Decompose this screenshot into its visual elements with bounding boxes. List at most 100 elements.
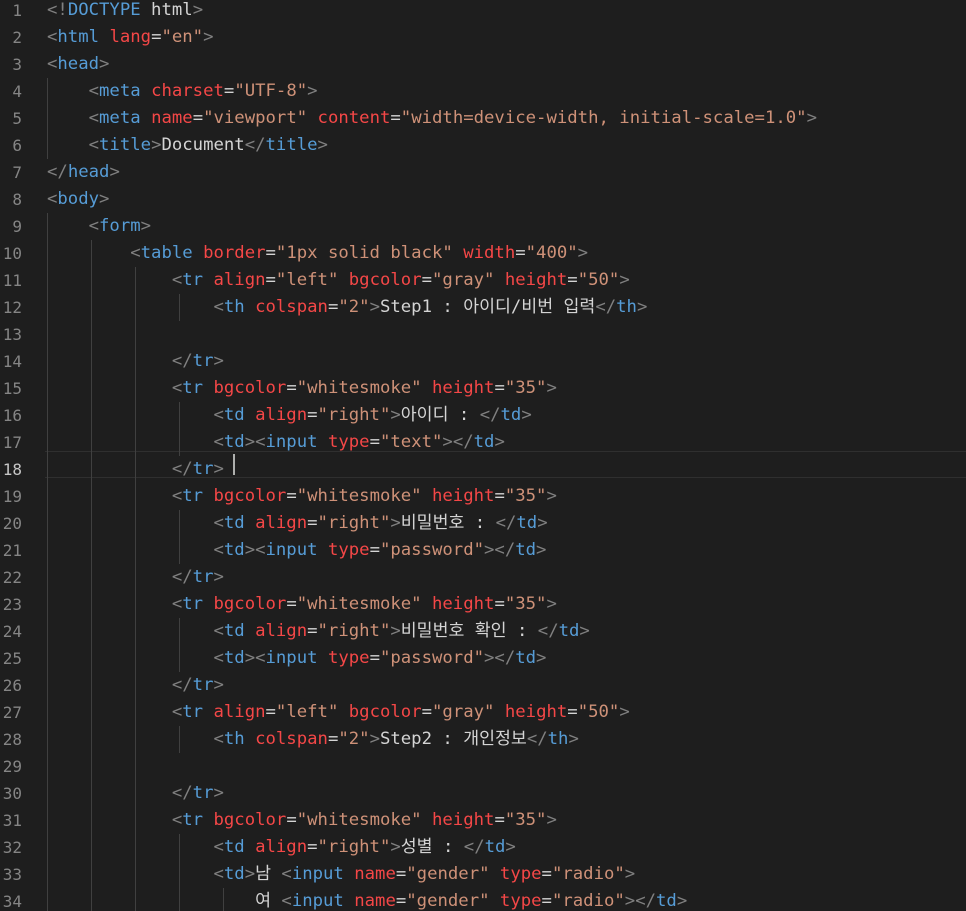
code-token-punctuation: < [213, 729, 224, 749]
code-token-tag: DOCTYPE [67, 0, 141, 20]
code-token-text: = [265, 270, 276, 290]
code-line[interactable]: <head> [47, 51, 109, 78]
code-token-string: "35" [504, 810, 547, 830]
code-token-tag: th [223, 297, 245, 317]
code-token-text: = [421, 270, 433, 290]
code-line[interactable]: <tr align="left" bgcolor="gray" height="… [47, 267, 630, 294]
code-line[interactable]: <tr bgcolor="whitesmoke" height="35"> [47, 483, 557, 510]
code-token-tag: tr [182, 594, 204, 614]
code-token-punctuation: < [88, 135, 100, 155]
code-line[interactable]: </tr> [47, 780, 224, 807]
code-line[interactable]: </tr> [47, 456, 224, 483]
line-number: 26 [2, 676, 22, 695]
code-token-attribute: bgcolor [213, 486, 287, 506]
code-token-string: "whitesmoke" [296, 378, 422, 398]
code-token-string: "gray" [432, 702, 495, 722]
code-token-text: = [192, 108, 204, 128]
code-token-string: "50" [577, 702, 620, 722]
code-line[interactable]: <td>남 <input name="gender" type="radio"> [47, 861, 635, 888]
code-token-attribute: type [327, 432, 370, 452]
code-token-text: 아이디 : [400, 405, 480, 425]
code-line[interactable]: <td><input type="password"></td> [47, 645, 546, 672]
code-line[interactable]: </tr> [47, 564, 224, 591]
code-token-text: 여 [255, 891, 282, 911]
code-token-tag: body [57, 189, 100, 209]
line-number: 30 [2, 784, 22, 803]
code-token-string: "width=device-width, initial-scale=1.0" [400, 108, 807, 128]
code-line[interactable]: </head> [47, 159, 120, 186]
code-token-punctuation: > [536, 648, 547, 668]
code-line[interactable]: </tr> [47, 348, 224, 375]
code-token-punctuation: > [213, 351, 224, 371]
code-token-text: = [390, 108, 401, 128]
code-token-punctuation: > [636, 297, 648, 317]
code-line[interactable]: <td align="right">아이디 : </td> [47, 402, 531, 429]
code-line[interactable]: <td align="right">비밀번호 : </td> [47, 510, 547, 537]
code-token-punctuation: > [109, 162, 120, 182]
code-token-tag: td [516, 513, 538, 533]
code-token-attribute: width [463, 243, 516, 263]
code-token-punctuation: > [484, 648, 495, 668]
code-line[interactable]: <tr align="left" bgcolor="gray" height="… [47, 699, 630, 726]
code-token-punctuation: </ [171, 459, 193, 479]
code-line[interactable]: <td align="right">비밀번호 확인 : </td> [47, 618, 590, 645]
code-line[interactable]: <!DOCTYPE html> [47, 0, 203, 24]
code-token-attribute: height [432, 594, 495, 614]
code-token-attribute: border [203, 243, 266, 263]
code-token-text: = [265, 702, 276, 722]
code-token-punctuation: > [546, 810, 557, 830]
code-line[interactable]: <table border="1px solid black" width="4… [47, 240, 588, 267]
code-line[interactable]: <td align="right">성별 : </td> [47, 834, 515, 861]
code-editor[interactable]: 1 2 3 4 5 6 7 8 9 10 11 12 13 14 15 16 17 18 19 20 21 22 23 24 2… [0, 0, 966, 911]
code-line[interactable]: <meta name="viewport" content="width=dev… [47, 105, 817, 132]
code-token-punctuation: </ [171, 567, 193, 587]
code-token-punctuation: < [281, 864, 292, 884]
code-token-text: = [286, 378, 297, 398]
code-token-punctuation: > [579, 621, 590, 641]
code-line[interactable]: <form> [47, 213, 151, 240]
code-token-punctuation: < [130, 243, 141, 263]
line-number: 15 [2, 379, 22, 398]
code-line[interactable]: <tr bgcolor="whitesmoke" height="35"> [47, 591, 557, 618]
code-token-punctuation: < [171, 486, 183, 506]
code-line[interactable]: <meta charset="UTF-8"> [47, 78, 318, 105]
code-token-punctuation: < [213, 432, 224, 452]
code-token-attribute: bgcolor [213, 378, 287, 398]
code-token-attribute: name [354, 864, 396, 884]
code-line[interactable]: <title>Document</title> [47, 132, 328, 159]
code-token-text: = [567, 702, 578, 722]
code-token-string: "right" [317, 513, 391, 533]
code-line[interactable]: <tr bgcolor="whitesmoke" height="35"> [47, 807, 557, 834]
code-token-tag: head [57, 54, 100, 74]
code-token-string: "left" [275, 270, 339, 290]
code-token-attribute: lang [109, 27, 152, 47]
code-token-punctuation: </ [171, 675, 193, 695]
code-line[interactable]: <td><input type="password"></td> [47, 537, 546, 564]
code-token-punctuation: > [213, 675, 224, 695]
code-token-punctuation: > [624, 891, 636, 911]
code-line[interactable]: <th colspan="2">Step2 : 개인정보</th> [47, 726, 578, 753]
code-line[interactable]: <td><input type="text"></td> [47, 429, 504, 456]
code-token-tag: td [500, 405, 522, 425]
code-line[interactable]: <th colspan="2">Step1 : 아이디/비번 입력</th> [47, 294, 647, 321]
code-token-tag: tr [182, 378, 204, 398]
code-token-punctuation: > [624, 864, 636, 884]
code-line[interactable]: <body> [47, 186, 109, 213]
code-line[interactable]: <html lang="en"> [47, 24, 214, 51]
code-token-punctuation: > [546, 378, 557, 398]
code-line[interactable]: </tr> [47, 672, 224, 699]
code-token-punctuation: > [619, 702, 630, 722]
code-line[interactable]: <tr bgcolor="whitesmoke" height="35"> [47, 375, 557, 402]
code-token-punctuation: < [88, 81, 100, 101]
code-line[interactable]: 여 <input name="gender" type="radio"></td… [47, 888, 687, 911]
code-token-text: Step2 : 개인정보 [379, 729, 527, 749]
code-token-attribute: height [432, 810, 495, 830]
code-token-attribute: bgcolor [213, 810, 287, 830]
